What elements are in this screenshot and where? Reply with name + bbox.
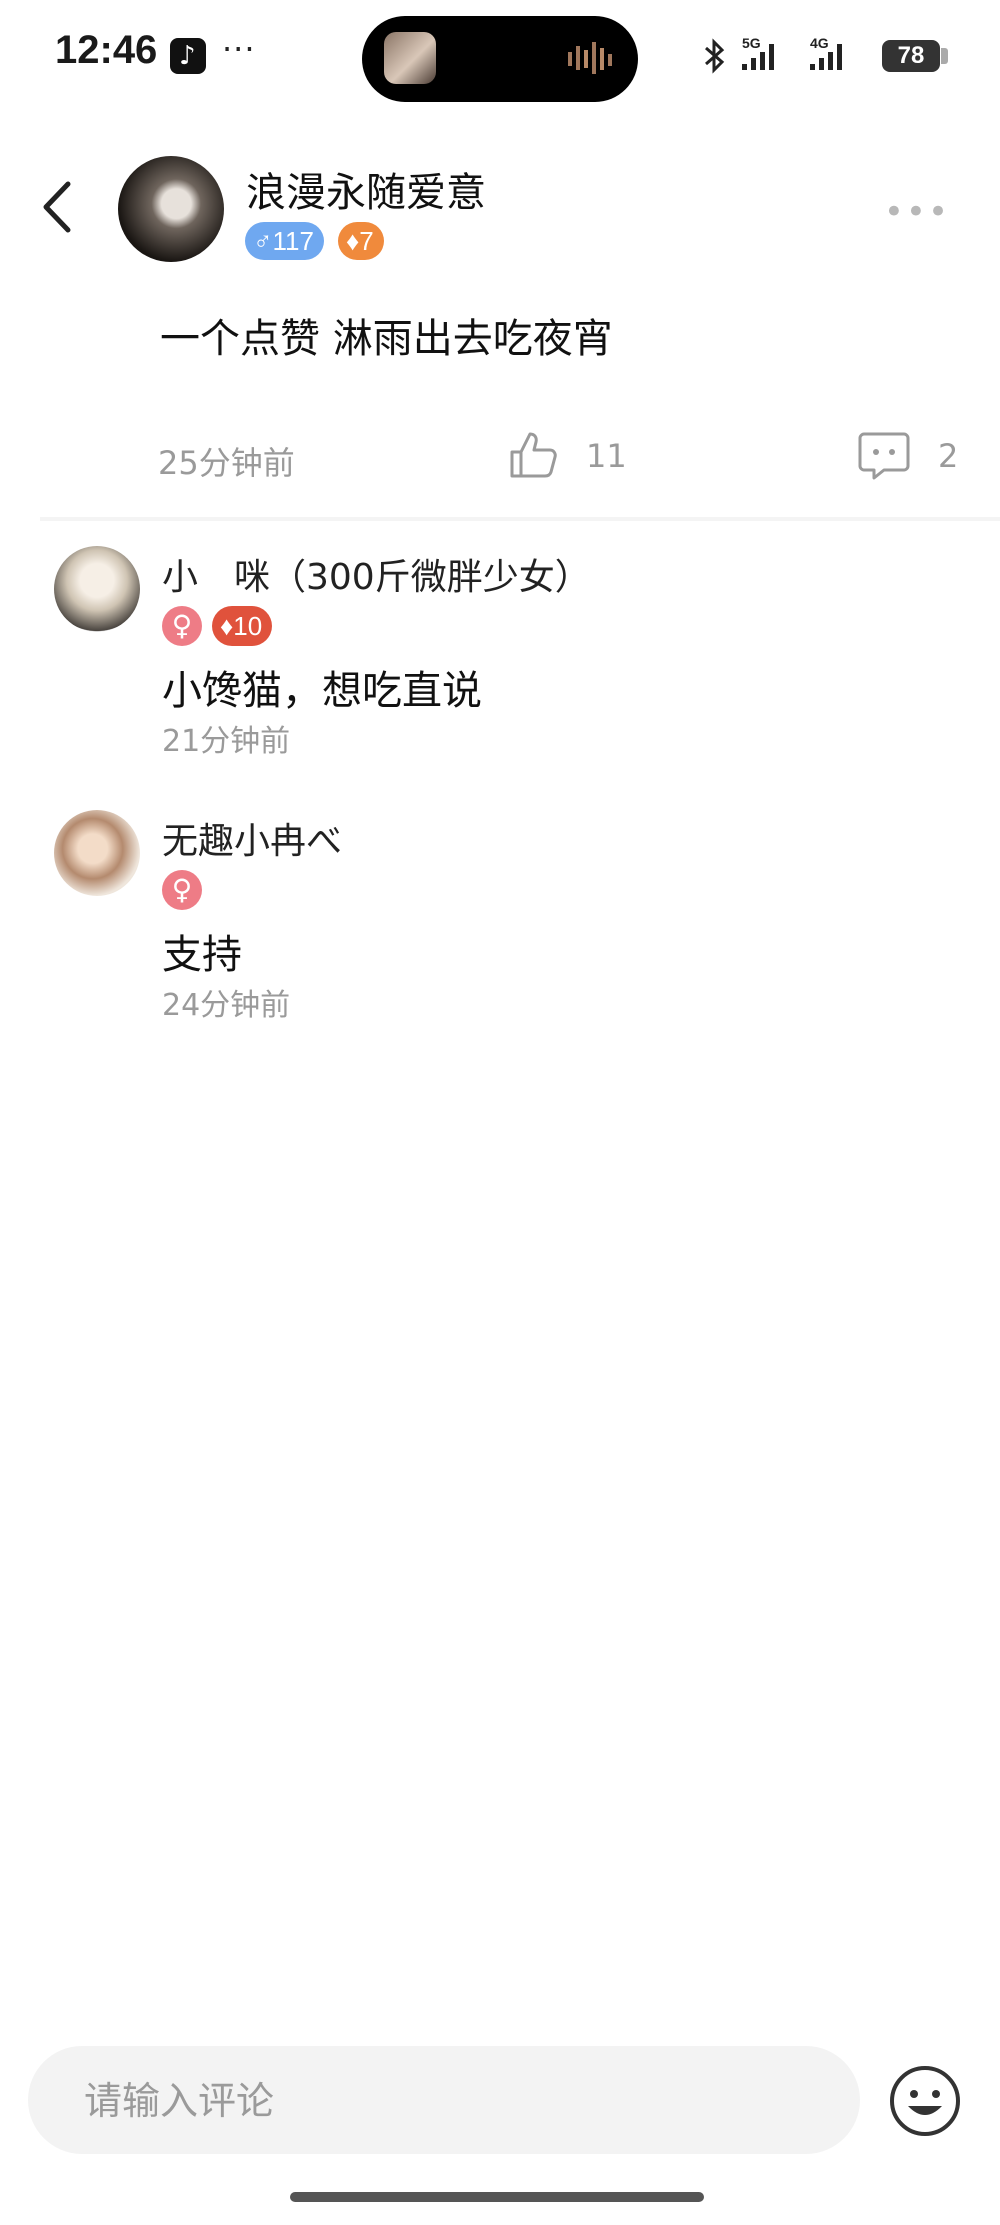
bluetooth-icon <box>705 38 725 74</box>
home-indicator[interactable] <box>290 2192 704 2202</box>
commenter-name[interactable]: 无趣小冉べ <box>162 812 342 864</box>
author-avatar[interactable] <box>118 156 224 262</box>
comment-input[interactable] <box>82 2046 826 2156</box>
commenter-name[interactable]: 小 咪（300斤微胖少女） <box>162 548 591 600</box>
network-4g-label: 4G <box>810 35 829 51</box>
comment-text: 小馋猫，想吃直说 <box>162 668 482 714</box>
commenter-avatar[interactable] <box>54 546 140 632</box>
male-level-badge: ♂117 <box>245 222 324 260</box>
author-name[interactable]: 浪漫永随爱意 <box>246 160 486 218</box>
signal-icons: 5G 4G <box>705 35 842 74</box>
post-content: 一个点赞 淋雨出去吃夜宵 <box>160 316 613 362</box>
status-time: 12:46 <box>55 28 158 72</box>
post-timestamp: 25分钟前 <box>158 444 295 482</box>
like-count: 11 <box>586 437 627 475</box>
back-icon[interactable] <box>40 180 76 234</box>
comment-timestamp: 21分钟前 <box>162 724 291 759</box>
commenter-avatar[interactable] <box>54 810 140 896</box>
female-icon: ♀ <box>162 870 202 910</box>
thumbs-up-icon[interactable] <box>508 430 558 480</box>
media-thumbnail <box>384 32 436 84</box>
audio-wave-icon <box>568 42 612 74</box>
comment-input-box[interactable] <box>28 2046 860 2156</box>
battery-tip <box>941 48 948 64</box>
more-options-icon[interactable]: ••• <box>884 192 950 232</box>
comment-count: 2 <box>938 437 959 475</box>
emoji-icon[interactable] <box>888 2064 962 2138</box>
network-5g-label: 5G <box>742 35 761 51</box>
female-icon: ♀ <box>162 606 202 646</box>
comment-text: 支持 <box>162 932 242 978</box>
fire-level-badge: ♦7 <box>338 222 384 260</box>
comment-timestamp: 24分钟前 <box>162 988 291 1023</box>
fire-level-badge: ♦10 <box>212 606 273 646</box>
tiktok-icon: ♪ <box>170 38 206 74</box>
battery-icon: 78 <box>882 40 940 72</box>
comment-icon[interactable] <box>858 430 910 482</box>
status-more-dots: ··· <box>222 30 256 68</box>
divider <box>40 517 1000 521</box>
